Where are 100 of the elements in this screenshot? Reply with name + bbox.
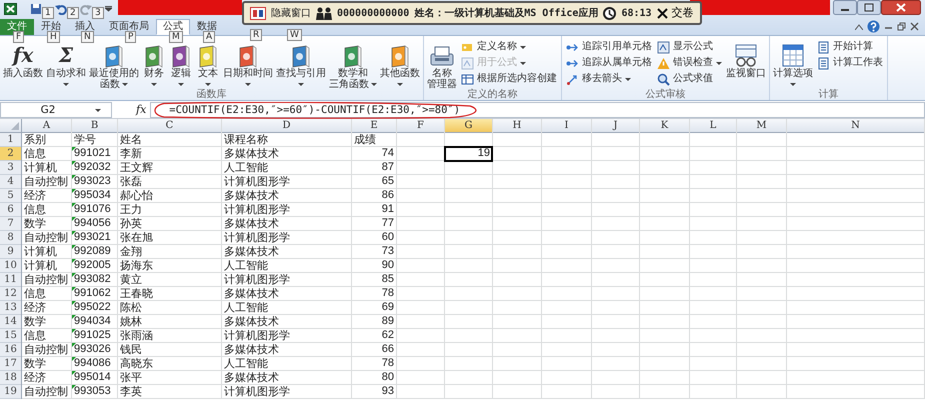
table-cell[interactable]: 李英 <box>118 385 221 398</box>
row-header[interactable]: 9 <box>0 245 21 259</box>
column-header[interactable]: C <box>118 119 221 133</box>
row-header[interactable]: 8 <box>0 231 21 245</box>
table-cell[interactable]: 金翔 <box>118 245 221 258</box>
table-cell[interactable]: 李新 <box>118 147 221 160</box>
ribbon-button[interactable]: 名称 管理器 <box>426 44 458 89</box>
table-cell[interactable]: 陈松 <box>118 301 221 314</box>
table-cell[interactable]: 87 <box>352 161 396 174</box>
table-cell[interactable]: 多媒体技术 <box>222 245 351 258</box>
table-cell[interactable]: 自动控制 <box>22 385 71 398</box>
table-cell[interactable]: 张平 <box>118 371 221 384</box>
column-header[interactable]: F <box>397 119 444 133</box>
ribbon-button[interactable]: 查找与引用 <box>275 44 327 89</box>
table-cell[interactable]: 85 <box>352 273 396 286</box>
table-cell[interactable]: 91 <box>352 203 396 216</box>
table-cell[interactable]: 扬海东 <box>118 259 221 272</box>
table-cell[interactable]: 计算机图形学 <box>222 385 351 398</box>
table-cell[interactable]: 张雨涵 <box>118 329 221 342</box>
table-cell[interactable]: 多媒体技术 <box>222 147 351 160</box>
table-cell[interactable]: 数学 <box>22 357 71 370</box>
table-cell[interactable]: 993026 <box>72 343 117 356</box>
ribbon-button[interactable]: 移去箭头 <box>564 71 654 87</box>
table-cell[interactable]: 993023 <box>72 175 117 188</box>
table-cell[interactable]: 姓名 <box>118 133 221 146</box>
table-cell[interactable]: 信息 <box>22 147 71 160</box>
table-cell[interactable]: 多媒体技术 <box>222 315 351 328</box>
row-header[interactable]: 10 <box>0 259 21 273</box>
formula-field[interactable]: =COUNTIF(E2:E30,″>=60″)-COUNTIF(E2:E30,″>=80″) <box>150 102 925 118</box>
table-cell[interactable]: 73 <box>352 245 396 258</box>
table-cell[interactable]: 张磊 <box>118 175 221 188</box>
ribbon-button[interactable]: 追踪引用单元格 <box>564 39 654 55</box>
name-box[interactable]: G2 <box>0 102 112 118</box>
table-cell[interactable]: 王力 <box>118 203 221 216</box>
table-cell[interactable]: 多媒体技术 <box>222 287 351 300</box>
ribbon-button[interactable]: 文本 <box>195 44 221 89</box>
table-cell[interactable]: 钱民 <box>118 343 221 356</box>
ribbon-button[interactable]: 监视窗口 <box>725 44 767 89</box>
row-header[interactable]: 14 <box>0 315 21 329</box>
column-header[interactable]: I <box>542 119 591 133</box>
table-cell[interactable]: 60 <box>352 231 396 244</box>
table-cell[interactable]: 65 <box>352 175 396 188</box>
table-cell[interactable]: 991076 <box>72 203 117 216</box>
ribbon-button[interactable]: 财务 <box>141 44 167 89</box>
table-cell[interactable]: 992005 <box>72 259 117 272</box>
table-cell[interactable]: 74 <box>352 147 396 160</box>
ribbon-button[interactable]: 定义名称 <box>459 39 559 55</box>
row-header[interactable]: 17 <box>0 357 21 371</box>
row-header[interactable]: 3 <box>0 161 21 175</box>
table-cell[interactable]: 自动控制 <box>22 343 71 356</box>
table-cell[interactable]: 多媒体技术 <box>222 189 351 202</box>
table-cell[interactable]: 多媒体技术 <box>222 371 351 384</box>
table-cell[interactable]: 信息 <box>22 329 71 342</box>
column-header[interactable]: L <box>690 119 736 133</box>
row-header[interactable]: 13 <box>0 301 21 315</box>
row-header[interactable]: 18 <box>0 371 21 385</box>
table-cell[interactable]: 多媒体技术 <box>222 343 351 356</box>
column-header[interactable]: N <box>787 119 924 133</box>
column-header[interactable]: G <box>445 119 492 133</box>
row-header[interactable]: 15 <box>0 329 21 343</box>
column-header[interactable]: M <box>737 119 786 133</box>
table-cell[interactable]: 计算机图形学 <box>222 329 351 342</box>
table-cell[interactable]: 77 <box>352 217 396 230</box>
table-cell[interactable]: 经济 <box>22 189 71 202</box>
table-cell[interactable]: 计算机 <box>22 161 71 174</box>
table-cell[interactable]: 993082 <box>72 273 117 286</box>
ribbon-button[interactable]: 其他函数 <box>379 44 421 89</box>
table-cell[interactable]: 993053 <box>72 385 117 398</box>
column-header[interactable]: K <box>640 119 689 133</box>
ribbon-button[interactable]: 根据所选内容创建 <box>459 71 559 87</box>
table-cell[interactable]: 经济 <box>22 301 71 314</box>
table-cell[interactable]: 人工智能 <box>222 301 351 314</box>
table-cell[interactable]: 课程名称 <box>222 133 351 146</box>
table-cell[interactable]: 991021 <box>72 147 117 160</box>
table-cell[interactable]: 992032 <box>72 161 117 174</box>
table-cell[interactable]: 86 <box>352 189 396 202</box>
ribbon-button[interactable]: 计算选项 <box>772 44 814 89</box>
table-cell[interactable]: 62 <box>352 329 396 342</box>
table-cell[interactable]: 计算机 <box>22 245 71 258</box>
ribbon-button[interactable]: 数学和 三角函数 <box>328 44 378 89</box>
table-cell[interactable]: 80 <box>352 371 396 384</box>
table-cell[interactable]: 93 <box>352 385 396 398</box>
table-cell[interactable]: 994086 <box>72 357 117 370</box>
row-header[interactable]: 4 <box>0 175 21 189</box>
column-header[interactable]: E <box>352 119 396 133</box>
hide-window-button[interactable]: 隐藏窗口 <box>271 6 311 20</box>
table-cell[interactable]: 995014 <box>72 371 117 384</box>
table-cell[interactable]: 89 <box>352 315 396 328</box>
table-cell[interactable]: 994034 <box>72 315 117 328</box>
ribbon-button[interactable]: 最近使用的 函数 <box>88 44 140 89</box>
table-cell[interactable]: 高晓东 <box>118 357 221 370</box>
table-cell[interactable]: 信息 <box>22 203 71 216</box>
table-cell[interactable]: 张在旭 <box>118 231 221 244</box>
table-cell[interactable]: 计算机图形学 <box>222 231 351 244</box>
table-cell[interactable]: 人工智能 <box>222 259 351 272</box>
table-cell[interactable]: 计算机图形学 <box>222 273 351 286</box>
ribbon-button[interactable]: Σ 自动求和 <box>45 44 87 89</box>
table-cell[interactable]: 90 <box>352 259 396 272</box>
row-header[interactable]: 16 <box>0 343 21 357</box>
table-cell[interactable]: 自动控制 <box>22 231 71 244</box>
